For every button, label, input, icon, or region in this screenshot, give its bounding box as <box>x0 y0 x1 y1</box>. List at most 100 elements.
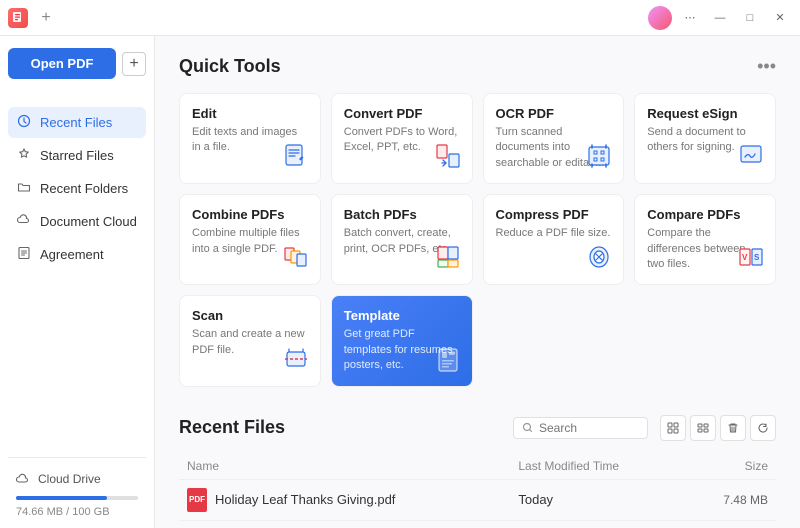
quick-tools-header: Quick Tools ••• <box>179 56 776 77</box>
tool-template-title: Template <box>344 308 460 323</box>
sidebar-item-folders-label: Recent Folders <box>40 181 128 196</box>
tool-compress-title: Compress PDF <box>496 207 612 222</box>
combine-icon <box>282 243 310 276</box>
esign-icon <box>737 142 765 175</box>
grid-view-button[interactable] <box>660 415 686 441</box>
minimize-button[interactable]: — <box>708 6 732 30</box>
open-pdf-row: Open PDF + <box>8 48 146 95</box>
titlebar-right: ⋯ — □ ✕ <box>648 6 792 30</box>
open-pdf-button[interactable]: Open PDF <box>8 48 116 79</box>
search-controls <box>513 415 776 441</box>
titlebar-left: + <box>8 8 56 28</box>
tool-convert-title: Convert PDF <box>344 106 460 121</box>
avatar[interactable] <box>648 6 672 30</box>
sidebar-item-starred[interactable]: Starred Files <box>8 140 146 171</box>
maximize-button[interactable]: □ <box>738 6 762 30</box>
search-icon <box>522 422 534 434</box>
cloud-drive-label: Cloud Drive <box>38 472 101 486</box>
sidebar-item-cloud-label: Document Cloud <box>40 214 137 229</box>
quick-tools-title: Quick Tools <box>179 56 281 77</box>
tool-esign-title: Request eSign <box>647 106 763 121</box>
search-input[interactable] <box>539 421 639 435</box>
tool-ocr-title: OCR PDF <box>496 106 612 121</box>
tool-compress[interactable]: Compress PDF Reduce a PDF file size. <box>483 194 625 285</box>
size-column-header: Size <box>675 453 776 480</box>
file-name-cell: PDF Soda Drink Thanks Giving.pdf <box>179 520 510 528</box>
tools-grid: Edit Edit texts and images in a file. Co… <box>179 93 776 387</box>
storage-fill <box>16 496 107 500</box>
tool-batch-title: Batch PDFs <box>344 207 460 222</box>
star-icon <box>16 147 32 164</box>
tool-compress-desc: Reduce a PDF file size. <box>496 226 612 241</box>
tool-scan[interactable]: Scan Scan and create a new PDF file. <box>179 295 321 386</box>
compress-icon <box>585 243 613 276</box>
compare-icon: V S <box>737 243 765 276</box>
sidebar-item-agreement-label: Agreement <box>40 247 104 262</box>
recent-files-title: Recent Files <box>179 417 285 438</box>
app-icon <box>8 8 28 28</box>
recent-files-table: Name Last Modified Time Size PDF Holiday… <box>179 453 776 528</box>
tool-scan-title: Scan <box>192 308 308 323</box>
storage-bar <box>16 496 138 500</box>
tool-ocr[interactable]: OCR PDF Turn scanned documents into sear… <box>483 93 625 184</box>
tool-compare[interactable]: Compare PDFs Compare the differences bet… <box>634 194 776 285</box>
table-row[interactable]: PDF Soda Drink Thanks Giving.pdf Today 7… <box>179 520 776 528</box>
svg-text:S: S <box>754 253 760 262</box>
list-view-button[interactable] <box>690 415 716 441</box>
file-size: 7.48 MB <box>675 479 776 520</box>
agreement-icon <box>16 246 32 263</box>
tool-convert[interactable]: Convert PDF Convert PDFs to Word, Excel,… <box>331 93 473 184</box>
modified-column-header: Last Modified Time <box>510 453 674 480</box>
edit-icon <box>282 142 310 175</box>
tool-edit-title: Edit <box>192 106 308 121</box>
recent-icon <box>16 114 32 131</box>
quick-tools-more-button[interactable]: ••• <box>757 56 776 77</box>
search-box <box>513 417 648 439</box>
sidebar-item-agreement[interactable]: Agreement <box>8 239 146 270</box>
table-row[interactable]: PDF Holiday Leaf Thanks Giving.pdf Today… <box>179 479 776 520</box>
more-options-button[interactable]: ⋯ <box>678 6 702 30</box>
convert-icon <box>434 142 462 175</box>
sidebar-item-cloud[interactable]: Document Cloud <box>8 206 146 237</box>
tool-batch[interactable]: Batch PDFs Batch convert, create, print,… <box>331 194 473 285</box>
add-tab-button[interactable]: + <box>36 8 56 28</box>
close-button[interactable]: ✕ <box>768 6 792 30</box>
scan-icon <box>282 345 310 378</box>
name-column-header: Name <box>179 453 510 480</box>
cloud-drive-item[interactable]: Cloud Drive <box>8 466 146 492</box>
file-modified: Today <box>510 479 674 520</box>
template-icon <box>434 345 462 378</box>
titlebar: + ⋯ — □ ✕ <box>0 0 800 36</box>
svg-text:V: V <box>742 253 748 262</box>
file-icon: PDF <box>187 488 207 512</box>
file-size: 7.37 MB <box>675 520 776 528</box>
tool-template[interactable]: Template Get great PDF templates for res… <box>331 295 473 386</box>
storage-text: 74.66 MB / 100 GB <box>8 504 146 520</box>
sidebar-item-starred-label: Starred Files <box>40 148 114 163</box>
tool-combine[interactable]: Combine PDFs Combine multiple files into… <box>179 194 321 285</box>
sidebar-item-recent-label: Recent Files <box>40 115 112 130</box>
file-name: Holiday Leaf Thanks Giving.pdf <box>215 492 395 507</box>
delete-button[interactable] <box>720 415 746 441</box>
view-buttons <box>660 415 776 441</box>
refresh-button[interactable] <box>750 415 776 441</box>
add-button[interactable]: + <box>122 52 146 76</box>
ocr-icon <box>585 142 613 175</box>
content-area: Quick Tools ••• Edit Edit texts and imag… <box>155 36 800 528</box>
sidebar: Open PDF + Recent Files Sta <box>0 36 155 528</box>
sidebar-nav: Recent Files Starred Files Recent Folder… <box>8 107 146 272</box>
batch-icon <box>434 243 462 276</box>
tool-compare-title: Compare PDFs <box>647 207 763 222</box>
sidebar-item-recent[interactable]: Recent Files <box>8 107 146 138</box>
tool-edit[interactable]: Edit Edit texts and images in a file. <box>179 93 321 184</box>
folder-icon <box>16 180 32 197</box>
cloud-icon <box>16 213 32 230</box>
table-header-row: Name Last Modified Time Size <box>179 453 776 480</box>
sidebar-bottom: Cloud Drive 74.66 MB / 100 GB <box>8 457 146 520</box>
sidebar-item-folders[interactable]: Recent Folders <box>8 173 146 204</box>
main-layout: Open PDF + Recent Files Sta <box>0 36 800 528</box>
file-modified: Today <box>510 520 674 528</box>
file-name-cell: PDF Holiday Leaf Thanks Giving.pdf <box>179 479 510 520</box>
tool-esign[interactable]: Request eSign Send a document to others … <box>634 93 776 184</box>
cloud-drive-icon <box>16 472 30 486</box>
